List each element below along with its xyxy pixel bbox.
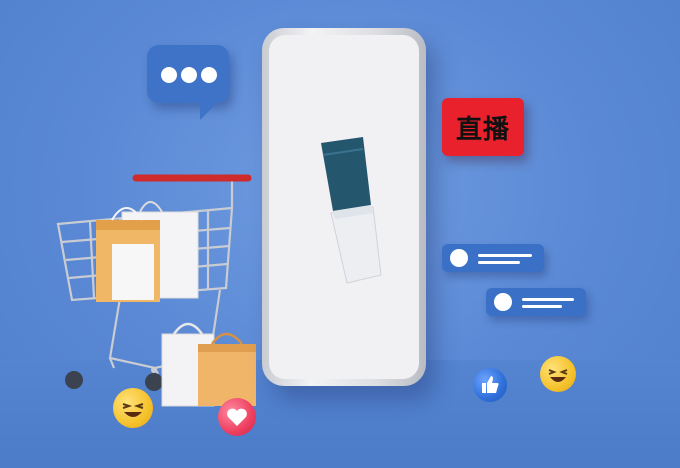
bubble-dot <box>181 67 197 83</box>
comment-line <box>478 254 532 257</box>
comment-pill <box>486 288 586 316</box>
laughing-emoji-icon <box>540 356 576 392</box>
live-shopping-scene: 直播 <box>0 0 680 468</box>
comment-pill <box>442 244 544 272</box>
comment-line <box>522 298 574 301</box>
chat-bubble-tail <box>200 98 222 120</box>
live-stream-sign: 直播 <box>442 98 524 156</box>
comment-avatar <box>494 293 512 311</box>
comment-line <box>478 261 520 264</box>
bubble-dot <box>201 67 217 83</box>
comment-line <box>522 305 562 308</box>
laughing-emoji-icon <box>113 388 153 428</box>
live-sign-label: 直播 <box>455 114 510 145</box>
heart-icon <box>218 398 256 436</box>
phone-screen <box>269 35 419 379</box>
thumbs-up-icon <box>473 368 507 402</box>
chat-bubble-icon <box>147 45 229 103</box>
smartphone <box>262 28 426 386</box>
shopping-bag-icon <box>161 322 256 407</box>
comment-avatar <box>450 249 468 267</box>
product-bottle <box>321 137 382 284</box>
bubble-dot <box>161 67 177 83</box>
